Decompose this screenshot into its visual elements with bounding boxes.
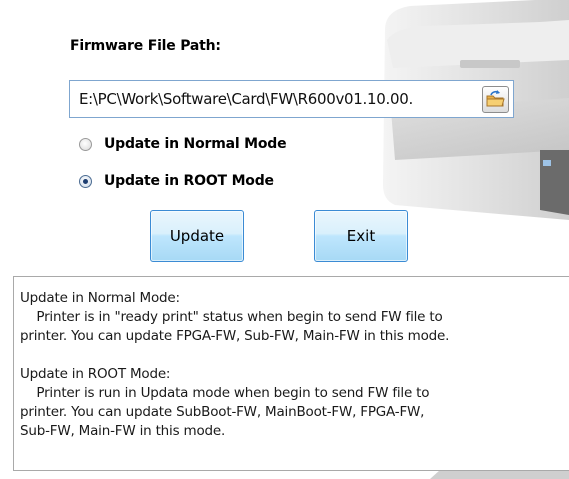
root-mode-desc-line: printer. You can update SubBoot-FW, Main… — [20, 404, 425, 420]
normal-mode-desc-line: Printer is in "ready print" status when … — [20, 309, 443, 325]
root-mode-title: Update in ROOT Mode: — [20, 366, 171, 382]
firmware-path-label: Firmware File Path: — [70, 38, 221, 54]
normal-mode-radio[interactable] — [79, 137, 92, 151]
mode-description-box: Update in Normal Mode: Printer is in "re… — [13, 276, 569, 471]
exit-button[interactable]: Exit — [314, 210, 408, 262]
normal-mode-title: Update in Normal Mode: — [20, 290, 180, 306]
update-button[interactable]: Update — [150, 210, 244, 262]
firmware-path-input[interactable]: E:\PC\Work\Software\Card\FW\R600v01.10.0… — [69, 80, 514, 118]
root-mode-desc-line: Sub-FW, Main-FW in this mode. — [20, 423, 226, 439]
root-mode-radio[interactable] — [79, 174, 92, 188]
root-mode-desc-line: Printer is run in Updata mode when begin… — [20, 385, 430, 401]
normal-mode-radio-row[interactable]: Update in Normal Mode — [79, 133, 287, 155]
folder-refresh-icon — [486, 90, 505, 107]
normal-mode-desc-line: printer. You can update FPGA-FW, Sub-FW,… — [20, 328, 450, 344]
firmware-path-value[interactable]: E:\PC\Work\Software\Card\FW\R600v01.10.0… — [79, 90, 479, 108]
browse-button[interactable] — [482, 86, 509, 113]
root-mode-label[interactable]: Update in ROOT Mode — [104, 173, 274, 189]
normal-mode-label[interactable]: Update in Normal Mode — [104, 136, 287, 152]
root-mode-radio-row[interactable]: Update in ROOT Mode — [79, 170, 274, 192]
